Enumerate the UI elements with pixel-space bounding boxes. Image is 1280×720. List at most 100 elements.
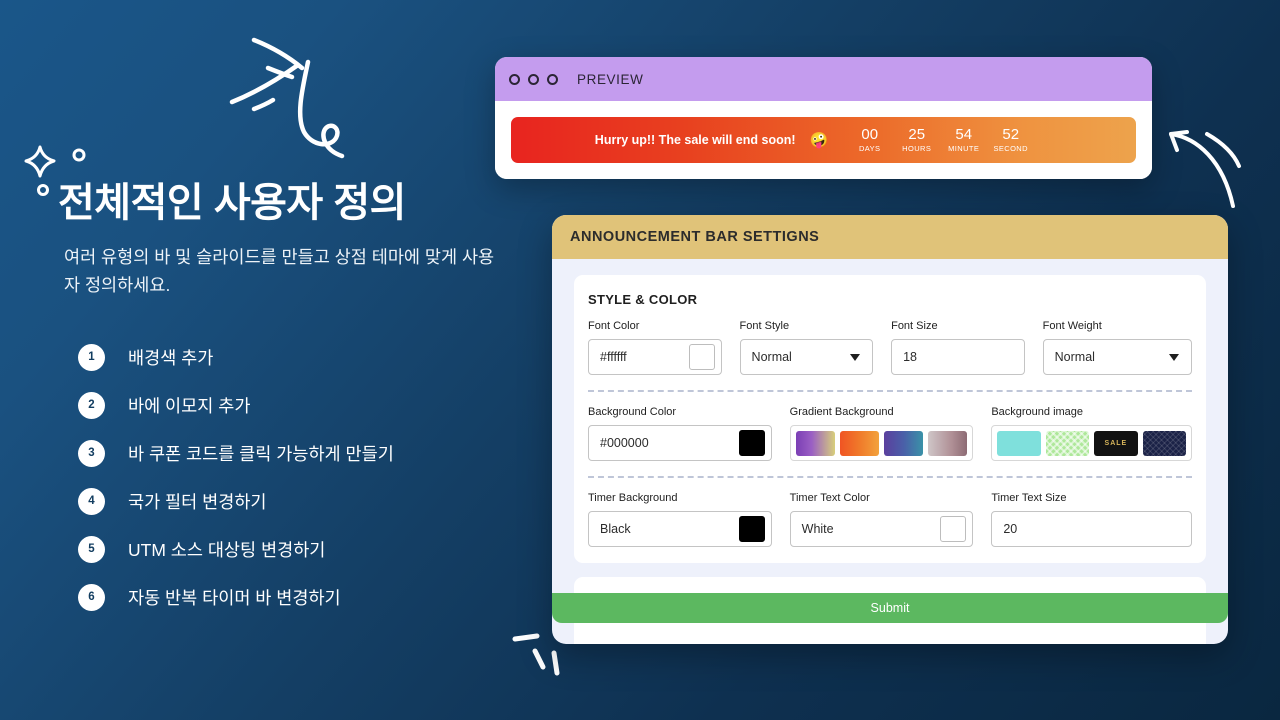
font-color-swatch[interactable]	[688, 344, 715, 370]
timer-unit-days: 00 DAYS	[846, 125, 893, 154]
divider	[588, 476, 1192, 478]
font-size-label: Font Size	[891, 320, 938, 332]
timer-text-size-input[interactable]: 20	[991, 511, 1192, 547]
list-item: 3 바 쿠폰 코드를 클릭 가능하게 만들기	[78, 429, 498, 477]
font-style-label: Font Style	[739, 320, 790, 332]
gradient-option-4[interactable]	[928, 430, 968, 456]
list-item-number: 6	[78, 583, 105, 611]
gradient-option-3[interactable]	[884, 430, 924, 456]
timer-label: SECOND	[993, 144, 1028, 154]
settings-panel-title: ANNOUNCEMENT BAR SETTIGNS	[570, 229, 820, 245]
submit-button[interactable]: Submit	[552, 593, 1228, 623]
preview-titlebar: PREVIEW	[495, 57, 1152, 101]
list-item-label: 국가 필터 변경하기	[128, 491, 267, 512]
timer-text-size-label: Timer Text Size	[991, 492, 1067, 504]
window-maximize-icon[interactable]	[547, 73, 558, 85]
timer-text-color-swatch[interactable]	[940, 516, 967, 542]
crazy-face-emoji-icon: 🤪	[809, 132, 829, 149]
font-color-value: #ffffff	[600, 350, 627, 364]
countdown-timer: 00 DAYS 25 HOURS 54 MINUTE 52 SECOND	[846, 125, 1034, 154]
sale-text: SALE	[1104, 439, 1128, 447]
font-size-field: Font Size 18	[891, 320, 1043, 375]
list-item: 4 국가 필터 변경하기	[78, 477, 498, 525]
timer-value: 52	[1002, 125, 1020, 143]
timer-label: HOURS	[902, 144, 932, 154]
font-style-field: Font Style Normal	[739, 320, 892, 375]
chevron-down-icon	[1169, 353, 1179, 361]
font-size-input[interactable]: 18	[891, 339, 1025, 375]
announcement-text: Hurry up!! The sale will end soon!	[594, 133, 796, 147]
timer-label: DAYS	[858, 144, 881, 154]
timer-unit-hours: 25 HOURS	[893, 125, 940, 154]
preview-window: PREVIEW Hurry up!! The sale will end soo…	[495, 57, 1152, 179]
timer-text-color-label: Timer Text Color	[789, 492, 870, 504]
font-weight-field: Font Weight Normal	[1042, 320, 1192, 375]
list-item-number: 1	[78, 343, 105, 371]
background-color-field: Background Color #000000	[588, 406, 790, 461]
settings-panel: ANNOUNCEMENT BAR SETTIGNS STYLE & COLOR …	[552, 215, 1228, 644]
window-minimize-icon[interactable]	[528, 73, 539, 85]
background-image-option-2[interactable]	[1045, 430, 1090, 456]
background-color-swatch[interactable]	[738, 430, 765, 456]
divider	[588, 390, 1192, 392]
style-color-card: STYLE & COLOR Font Color #ffffff Font St…	[574, 275, 1206, 563]
timer-value: 00	[861, 125, 879, 143]
list-item: 1 배경색 추가	[78, 333, 498, 381]
background-color-value: #000000	[600, 436, 649, 450]
timer-background-value: Black	[600, 522, 631, 536]
timer-unit-minute: 54 MINUTE	[940, 125, 987, 154]
timer-value: 25	[908, 125, 926, 143]
font-weight-label: Font Weight	[1042, 320, 1102, 332]
background-image-option-3[interactable]: SALE	[1094, 430, 1138, 456]
timer-text-color-value: White	[801, 522, 834, 536]
font-color-input[interactable]: #ffffff	[588, 339, 722, 375]
timer-background-input[interactable]: Black	[588, 511, 772, 547]
feature-list: 1 배경색 추가 2 바에 이모지 추가 3 바 쿠폰 코드를 클릭 가능하게 …	[78, 333, 498, 621]
list-item-label: UTM 소스 대상팅 변경하기	[128, 539, 326, 560]
list-item-number: 2	[78, 391, 105, 419]
list-item-label: 바에 이모지 추가	[128, 395, 251, 416]
background-field-row: Background Color #000000 Gradient Backgr…	[588, 406, 1192, 461]
timer-label: MINUTE	[948, 144, 980, 154]
font-field-row: Font Color #ffffff Font Style Normal Fon…	[588, 320, 1192, 375]
gradient-background-label: Gradient Background	[789, 406, 894, 418]
gradient-option-1[interactable]	[795, 430, 835, 456]
curved-arrow-decoration-icon	[1169, 130, 1241, 208]
timer-text-color-input[interactable]: White	[789, 511, 974, 547]
gradient-background-field: Gradient Background	[789, 406, 992, 461]
style-color-title: STYLE & COLOR	[588, 292, 698, 307]
timer-background-swatch[interactable]	[738, 516, 765, 542]
background-color-input[interactable]: #000000	[588, 425, 772, 461]
font-size-value: 18	[903, 350, 917, 364]
gradient-option-2[interactable]	[839, 430, 879, 456]
list-item-number: 4	[78, 487, 105, 515]
settings-panel-header: ANNOUNCEMENT BAR SETTIGNS	[552, 215, 1228, 259]
chevron-down-icon	[850, 353, 861, 361]
background-image-field: Background image SALE	[991, 406, 1192, 461]
timer-value: 54	[955, 125, 973, 143]
page-subtitle: 여러 유형의 바 및 슬라이드를 만들고 상점 테마에 맞게 사용자 정의하세요…	[64, 247, 495, 296]
window-close-icon[interactable]	[509, 73, 520, 85]
font-weight-select[interactable]: Normal	[1042, 339, 1192, 375]
timer-background-label: Timer Background	[588, 492, 678, 504]
list-item-label: 배경색 추가	[128, 347, 214, 368]
list-item: 6 자동 반복 타이머 바 변경하기	[78, 573, 498, 621]
list-item-number: 5	[78, 535, 105, 563]
list-item-number: 3	[78, 439, 105, 467]
font-color-label: Font Color	[588, 320, 640, 332]
timer-field-row: Timer Background Black Timer Text Color …	[588, 492, 1192, 547]
list-item: 5 UTM 소스 대상팅 변경하기	[78, 525, 498, 573]
font-color-field: Font Color #ffffff	[588, 320, 740, 375]
background-image-options: SALE	[991, 425, 1192, 461]
preview-body: Hurry up!! The sale will end soon! 🤪 00 …	[495, 101, 1152, 179]
timer-text-size-field: Timer Text Size 20	[991, 492, 1192, 547]
timer-unit-second: 52 SECOND	[987, 125, 1034, 154]
background-image-option-1[interactable]	[997, 430, 1041, 456]
settings-body: STYLE & COLOR Font Color #ffffff Font St…	[552, 259, 1228, 644]
list-item-label: 바 쿠폰 코드를 클릭 가능하게 만들기	[128, 443, 394, 464]
hero-panel: 전체적인 사용자 정의 여러 유형의 바 및 슬라이드를 만들고 상점 테마에 …	[0, 0, 500, 720]
list-item-label: 자동 반복 타이머 바 변경하기	[128, 587, 341, 608]
font-style-select[interactable]: Normal	[739, 339, 874, 375]
background-color-label: Background Color	[588, 406, 677, 418]
background-image-option-4[interactable]	[1142, 430, 1186, 456]
